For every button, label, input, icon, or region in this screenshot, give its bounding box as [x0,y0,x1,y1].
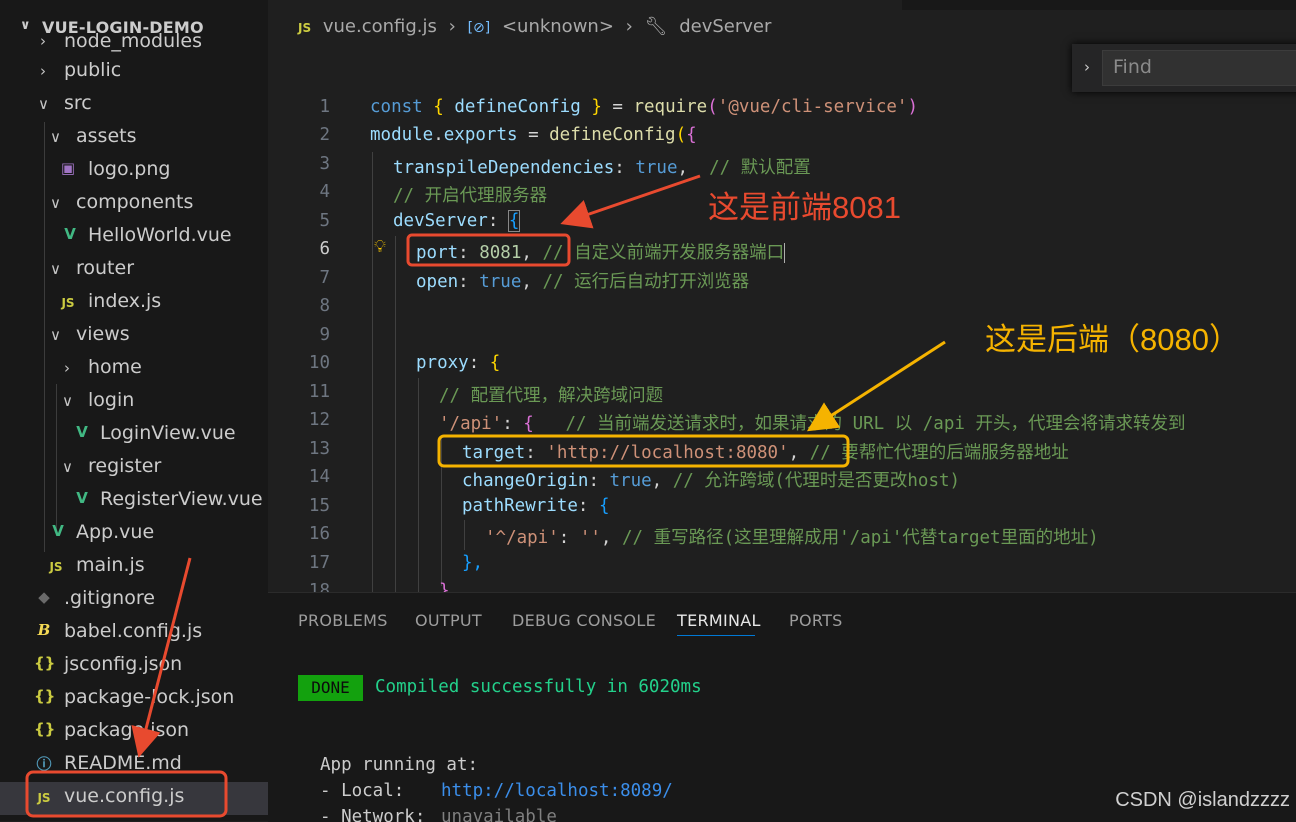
tree-item-babel-config-js[interactable]: B babel.config.js [0,617,268,650]
explorer-sidebar: ∨ VUE-LOGIN-DEMO › node_modules › public… [0,0,268,821]
active-tab-indicator [677,635,755,636]
chevron-right-icon: › [40,62,46,80]
tab-problems[interactable]: PROBLEMS [298,611,388,630]
tree-item-registerview-vue[interactable]: V RegisterView.vue [0,485,268,518]
chevron-right-icon: › [64,359,70,377]
bottom-panel: PROBLEMS OUTPUT DEBUG CONSOLE TERMINAL P… [268,592,1296,822]
code-editor[interactable]: JS vue.config.js › [⊘] <unknown> › 🔧︎ de… [268,0,1296,592]
local-label: - Local: [320,781,405,801]
js-file-icon: JS [49,560,63,574]
tree-item-main-js[interactable]: JS main.js [0,551,268,584]
chevron-right-icon: › [448,16,456,37]
tree-item-app-vue[interactable]: V App.vue [0,518,268,551]
tab-strip [268,0,1296,10]
tree-item-helloworld-vue[interactable]: V HelloWorld.vue [0,221,268,254]
tree-item-vue-config-js[interactable]: JS vue.config.js [0,782,268,815]
tree-item-loginview-vue[interactable]: V LoginView.vue [0,419,268,452]
tree-item-assets[interactable]: ∨ assets [0,122,268,155]
vue-file-icon: V [64,225,76,243]
info-icon: ⓘ [36,755,52,773]
symbol-icon: [⊘] [467,20,491,36]
annotation-backend: 这是后端（8080） [985,322,1240,357]
tree-item-readme-md[interactable]: ⓘ README.md [0,749,268,782]
breadcrumb: JS vue.config.js › [⊘] <unknown> › 🔧︎ de… [298,16,777,40]
tree-item-public[interactable]: › public [0,56,268,89]
code-line-16: 16 '^/api': '', // 重写路径(这里理解成用'/api'代替ta… [308,524,1099,548]
code-line-18: 18 } [308,581,450,592]
compiled-message: Compiled successfully in 6020ms [375,677,702,697]
code-line-15: 15 pathRewrite: { [308,496,610,516]
tree-item-register[interactable]: ∨ register [0,452,268,485]
code-line-7: 7 open: true, // 运行后自动打开浏览器 [319,268,750,292]
chevron-down-icon: ∨ [50,260,61,278]
chevron-down-icon: ∨ [50,128,61,146]
tree-item-jsconfig-json[interactable]: {} jsconfig.json [0,650,268,683]
js-file-icon: JS [298,21,312,35]
code-line-1: 1 const { defineConfig } = require('@vue… [319,97,918,117]
chevron-right-icon[interactable]: › [1084,58,1090,76]
tree-item-package-lock-json[interactable]: {} package-lock.json [0,683,268,716]
find-input[interactable]: Find [1102,50,1296,86]
network-label: - Network: [320,807,426,822]
watermark: CSDN @islandzzzz [1115,789,1290,811]
tab-ports[interactable]: PORTS [789,611,843,630]
tree-item-src[interactable]: ∨ src [0,89,268,122]
breadcrumb-symbol[interactable]: devServer [679,16,771,37]
tab-output[interactable]: OUTPUT [415,611,482,630]
tab-debug-console[interactable]: DEBUG CONSOLE [512,611,656,630]
done-badge: DONE [298,675,363,701]
code-line-14: 14 changeOrigin: true, // 允许跨域(代理时是否更改ho… [308,467,961,491]
chevron-down-icon: ∨ [38,95,49,113]
tree-item-views[interactable]: ∨ views [0,320,268,353]
tab-terminal[interactable]: TERMINAL [677,611,761,630]
tree-item-components[interactable]: ∨ components [0,188,268,221]
chevron-down-icon: ∨ [50,194,61,212]
chevron-right-icon: › [40,32,46,50]
code-line-2: 2 module.exports = defineConfig({ [319,125,697,145]
tree-item-login[interactable]: ∨ login [0,386,268,419]
json-file-icon: {} [34,687,56,705]
chevron-down-icon: ∨ [62,458,73,476]
code-line-17: 17 }, [308,553,484,573]
code-line-13: 13 target: 'http://localhost:8080', // 要… [308,439,1069,463]
local-url-link[interactable]: http://localhost:8089/ [441,781,673,801]
diamond-icon: ◆ [38,588,50,606]
network-value: unavailable [441,807,557,822]
chevron-down-icon: ∨ [50,326,61,344]
tree-item-logo-png[interactable]: ▣ logo.png [0,155,268,188]
js-file-icon: JS [37,791,51,805]
tree-item-home[interactable]: › home [0,353,268,386]
tree-item-gitignore[interactable]: ◆ .gitignore [0,584,268,617]
chevron-down-icon: ∨ [62,392,73,410]
code-line-3: 3 transpileDependencies: true, // 默认配置 [319,154,811,178]
tree-item-index-js[interactable]: JS index.js [0,287,268,320]
lightbulb-icon[interactable]: 💡︎ [374,237,386,257]
active-tab[interactable] [268,0,902,10]
chevron-right-icon: › [625,16,633,37]
vue-file-icon: V [52,522,64,540]
code-line-12: 12 '/api': { // 当前端发送请求时，如果请求的 URL 以 /ap… [308,410,1186,434]
tree-item-package-json[interactable]: {} package.json [0,716,268,749]
babel-icon: B [37,621,51,639]
code-line-6: 6 port: 8081, // 自定义前端开发服务器端口 [268,236,1296,264]
js-file-icon: JS [61,296,75,310]
json-file-icon: {} [34,654,56,672]
wrench-icon: 🔧︎ [644,16,668,37]
tree-item-node-modules[interactable]: › node_modules [0,26,268,59]
vue-file-icon: V [76,489,88,507]
breadcrumb-scope[interactable]: <unknown> [502,16,614,37]
json-file-icon: {} [34,720,56,738]
image-icon: ▣ [60,159,76,177]
find-widget: › Find [1072,44,1296,92]
breadcrumb-file[interactable]: vue.config.js [323,16,437,37]
vue-file-icon: V [76,423,88,441]
annotation-frontend: 这是前端8081 [708,190,901,225]
code-line-11: 11 // 配置代理，解决跨域问题 [308,382,664,406]
app-running-label: App running at: [320,755,479,775]
tree-item-router[interactable]: ∨ router [0,254,268,287]
